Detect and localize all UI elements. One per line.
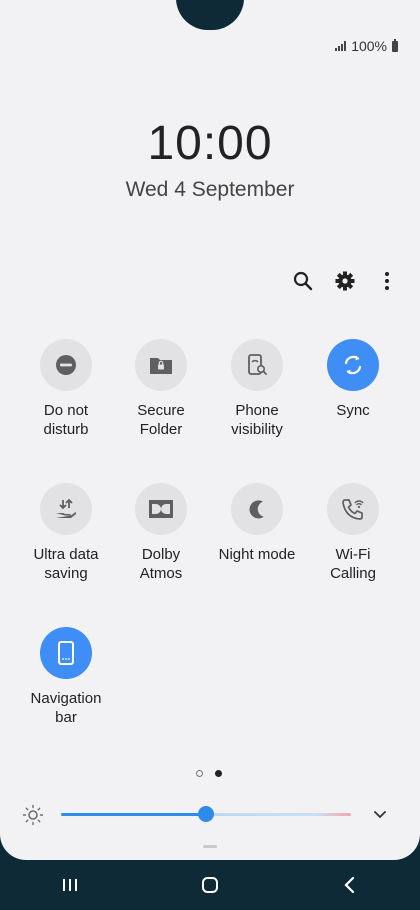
tile-navigation-bar[interactable]: Navigation bar xyxy=(18,627,114,727)
minus-circle-icon xyxy=(40,339,92,391)
page-dot-1[interactable] xyxy=(196,770,203,777)
back-icon[interactable] xyxy=(280,860,420,910)
tile-secure-folder[interactable]: Secure Folder xyxy=(113,339,209,439)
folder-lock-icon xyxy=(135,339,187,391)
tile-label: Night mode xyxy=(218,546,296,563)
home-icon[interactable] xyxy=(140,860,280,910)
quick-settings-panel: 100% 10:00 Wed 4 September Do not distur… xyxy=(0,0,420,860)
sync-icon xyxy=(327,339,379,391)
tile-wifi-calling[interactable]: Wi-Fi Calling xyxy=(305,483,401,583)
tile-do-not-disturb[interactable]: Do not disturb xyxy=(18,339,114,439)
signal-icon xyxy=(335,41,347,51)
data-saving-icon xyxy=(40,483,92,535)
tile-dolby-atmos[interactable]: Dolby Atmos xyxy=(113,483,209,583)
phone-search-icon xyxy=(231,339,283,391)
clock-time: 10:00 xyxy=(147,117,273,170)
tile-phone-visibility[interactable]: Phone visibility xyxy=(209,339,305,439)
page-indicator xyxy=(196,770,222,777)
dolby-icon xyxy=(135,483,187,535)
tile-ultra-data-saving[interactable]: Ultra data saving xyxy=(18,483,114,583)
panel-toolbar xyxy=(292,268,398,294)
phone-navigation-icon xyxy=(40,627,92,679)
panel-drag-handle[interactable] xyxy=(203,845,217,848)
battery-percentage: 100% xyxy=(351,38,387,54)
page-dot-2-active[interactable] xyxy=(215,770,222,777)
tile-label: Ultra data saving xyxy=(33,546,99,582)
tile-label: Secure Folder xyxy=(137,402,185,438)
tile-night-mode[interactable]: Night mode xyxy=(209,483,305,564)
tile-label: Navigation bar xyxy=(30,690,102,726)
tile-label: Sync xyxy=(336,402,370,419)
moon-icon xyxy=(231,483,283,535)
search-icon[interactable] xyxy=(292,268,314,294)
tile-sync[interactable]: Sync xyxy=(305,339,401,420)
camera-notch xyxy=(176,0,244,30)
chevron-down-icon[interactable] xyxy=(372,808,388,826)
brightness-sun-icon xyxy=(22,804,44,831)
system-navigation-bar xyxy=(0,860,420,910)
more-vertical-icon[interactable] xyxy=(376,268,398,294)
status-bar: 100% xyxy=(335,38,398,54)
brightness-slider-thumb[interactable] xyxy=(198,806,214,822)
recent-apps-icon[interactable] xyxy=(0,860,140,910)
clock-date: Wed 4 September xyxy=(125,178,295,201)
wifi-calling-icon xyxy=(327,483,379,535)
tile-label: Phone visibility xyxy=(231,402,283,438)
tile-label: Dolby Atmos xyxy=(139,546,183,582)
brightness-control xyxy=(22,800,402,830)
gear-icon[interactable] xyxy=(334,268,356,294)
battery-icon xyxy=(392,38,398,52)
tile-label: Do not disturb xyxy=(43,402,89,438)
tile-label: Wi-Fi Calling xyxy=(330,546,376,582)
